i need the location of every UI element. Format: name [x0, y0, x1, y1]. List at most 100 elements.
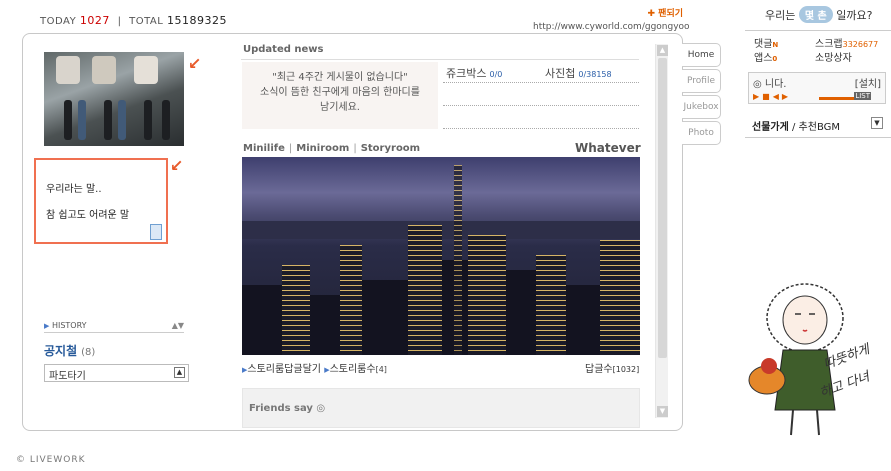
profile-photo[interactable] [44, 52, 184, 146]
image-building [506, 270, 536, 355]
image-building [600, 240, 640, 355]
tab-minilife[interactable]: Minilife [243, 143, 285, 154]
arrow-annotation-icon: ↙ [188, 54, 202, 73]
history-header[interactable]: ▶ HISTORY ▲▼ [44, 321, 184, 333]
updated-news-title: Updated news [243, 44, 324, 55]
image-building [408, 225, 442, 355]
relation-prefix: 우리는 [765, 9, 796, 22]
visitor-stats: TODAY 1027 | TOTAL 15189325 [40, 14, 227, 27]
history-label: HISTORY [51, 321, 87, 330]
tab-miniroom[interactable]: Miniroom [296, 143, 349, 154]
divider [241, 59, 639, 60]
reply-count: 답글수[1032] [585, 360, 639, 375]
install-link[interactable]: [설치] [855, 75, 881, 90]
stats-separator: | [117, 16, 122, 27]
storyroom-count-link[interactable]: 스토리룸수 [330, 364, 376, 375]
comment-link[interactable]: 댓글 [754, 39, 772, 50]
updated-news-empty: "최근 4주간 게시물이 없습니다" 소식이 뜸한 친구에게 마음의 한마디를 … [242, 62, 438, 129]
tab-profile[interactable]: Profile [682, 69, 721, 93]
note-line-1: 우리라는 말.. [46, 184, 102, 195]
reply-label: 답글수 [585, 364, 613, 375]
tab-jukebox[interactable]: Jukebox [682, 95, 721, 119]
scrollbar[interactable]: ▲ ▼ [655, 44, 668, 418]
storyroom-reply-link[interactable]: 스토리룸답글달기 [247, 364, 321, 375]
divider [745, 137, 891, 138]
image-building [242, 285, 282, 355]
image-building [340, 245, 362, 355]
photo-figure [134, 56, 158, 84]
scrap-count: 3326677 [842, 40, 879, 49]
divider [443, 128, 639, 129]
activity-row: 댓글N 스크랩3326677 [754, 38, 889, 52]
photo-figure [56, 56, 80, 84]
scroll-up-icon[interactable]: ▲ [657, 45, 668, 56]
history-toggle-icon[interactable]: ▲▼ [172, 321, 184, 330]
bgm-player: ◎ 니다. [설치] ▶■◀▶ LIST [748, 72, 886, 104]
owner-name[interactable]: 공지철 (8) [44, 342, 95, 359]
tab-home[interactable]: Home [682, 43, 721, 67]
chevron-up-icon[interactable]: ▲ [174, 367, 185, 378]
today-label: TODAY [40, 16, 77, 27]
tab-photo[interactable]: Photo [682, 121, 721, 145]
new-badge: N [772, 41, 779, 49]
owner-name-text: 공지철 [44, 344, 78, 358]
photo-leg [78, 100, 86, 140]
gift-shop-link[interactable]: 선물가게 / 추천BGM [752, 118, 840, 133]
note-line-2: 참 쉽고도 어려운 말 [46, 210, 130, 221]
divider [443, 105, 639, 106]
wave-select[interactable]: 파도타기 ▲ [44, 364, 189, 382]
photo-leg [162, 100, 170, 140]
image-building [566, 285, 600, 355]
scroll-thumb[interactable] [658, 58, 667, 358]
playlist-button[interactable]: LIST [854, 92, 871, 100]
storyroom-links: ▶스토리룸답글달기 ▶스토리룸수[4] [242, 360, 387, 375]
image-building [362, 280, 408, 355]
become-fan-link[interactable]: ✚ 팬되기 [533, 6, 683, 19]
homepage-url[interactable]: http://www.cyworld.com/ggongyoo [533, 22, 690, 32]
miniroom-image[interactable] [242, 157, 640, 355]
volume-slider[interactable] [819, 97, 855, 100]
divider [443, 82, 639, 83]
profile-note-box: 우리라는 말.. 참 쉽고도 어려운 말 [34, 158, 168, 244]
image-building [282, 265, 310, 355]
scroll-down-icon[interactable]: ▼ [657, 406, 668, 417]
jukebox-count[interactable]: 쥬크박스 0/0 [446, 65, 502, 81]
bgm-title: ◎ 니다. [753, 79, 787, 90]
image-building [536, 255, 566, 355]
relation-prompt: 우리는 몇 촌 일까요? [765, 6, 872, 23]
player-controls-icon[interactable]: ▶■◀▶ [753, 92, 791, 101]
photo-leg [104, 100, 112, 140]
owner-count: (8) [81, 347, 96, 358]
photo-figure [92, 56, 116, 84]
jukebox-label: 쥬크박스 [446, 67, 487, 80]
relation-suffix: 일까요? [836, 9, 873, 22]
livework-logo: © LIVEWORK [16, 455, 86, 465]
recommend-bgm-label: / 추천BGM [792, 122, 841, 133]
apps-link[interactable]: 앱스 [754, 53, 772, 64]
triangle-right-icon: ▶ [44, 322, 50, 330]
friends-say-box[interactable]: Friends say ◎ [242, 388, 640, 428]
wave-select-value: 파도타기 [49, 371, 86, 382]
activity-grid: 댓글N 스크랩3326677 앱스0 소망상자 [754, 38, 889, 66]
chevron-down-icon[interactable]: ▼ [871, 117, 883, 129]
wish-box-link[interactable]: 소망상자 [815, 53, 852, 64]
photo-value: 0/38158 [578, 70, 612, 79]
relation-button[interactable]: 몇 촌 [798, 6, 833, 23]
edit-icon[interactable] [150, 224, 162, 240]
room-tabs: Minilife | Miniroom | Storyroom [243, 143, 421, 154]
scrap-link[interactable]: 스크랩 [815, 39, 843, 50]
friends-say-title: Friends say ◎ [249, 403, 326, 414]
arrow-annotation-icon: ↙ [170, 156, 184, 175]
gift-shop-label: 선물가게 [752, 122, 789, 133]
storyroom-count: [4] [375, 365, 387, 374]
photo-label: 사진첩 [545, 67, 576, 80]
jukebox-value: 0/0 [489, 70, 503, 79]
header-right: ✚ 팬되기 http://www.cyworld.com/ggongyoo [533, 6, 690, 32]
activity-row: 앱스0 소망상자 [754, 52, 889, 66]
tab-storyroom[interactable]: Storyroom [361, 143, 420, 154]
photo-count[interactable]: 사진첩 0/38158 [545, 65, 612, 81]
reply-value: [1032] [612, 365, 640, 374]
total-label: TOTAL [129, 16, 164, 27]
today-count: 1027 [79, 14, 110, 27]
room-title: Whatever [575, 141, 641, 155]
